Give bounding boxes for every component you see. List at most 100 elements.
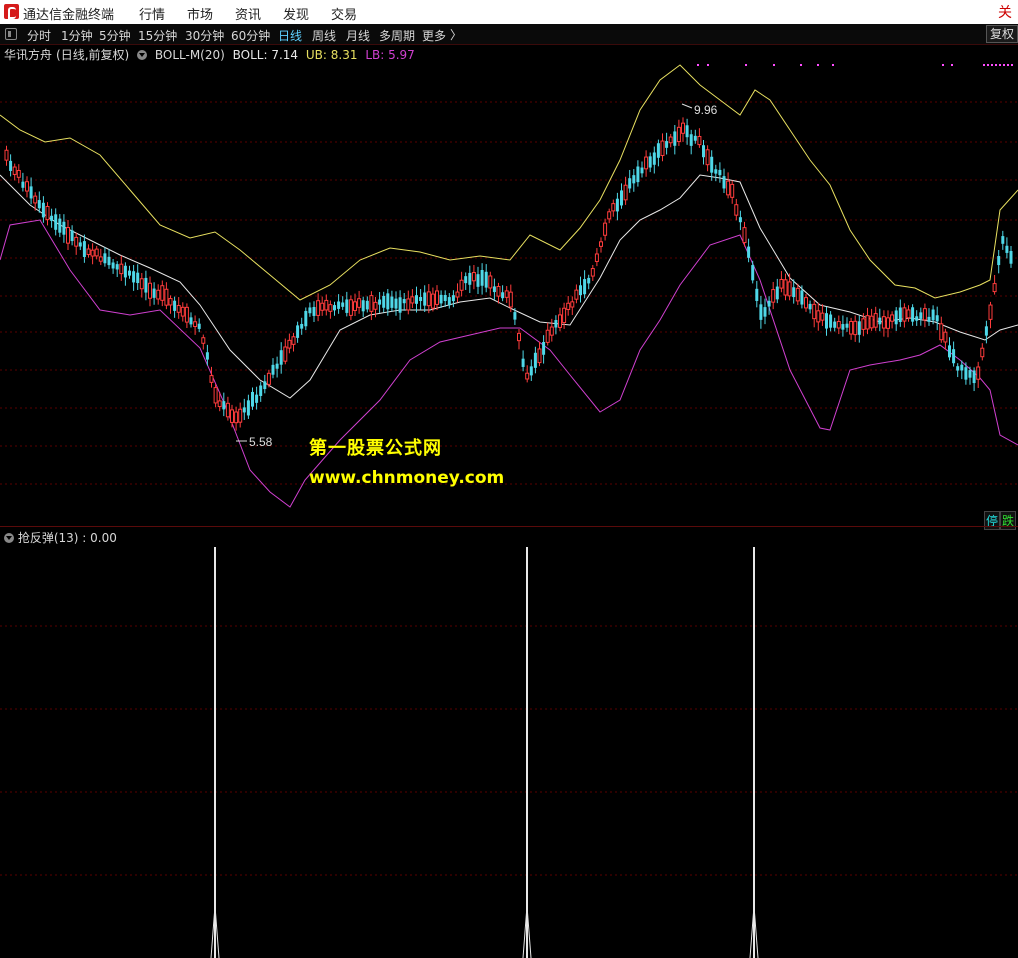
watermark-url[interactable]: www.chnmoney.com [309, 468, 504, 488]
indicator-menu-icon[interactable] [137, 50, 148, 60]
candle-body [279, 350, 283, 365]
candle-body [783, 279, 788, 296]
menu-discover[interactable]: 发现 [283, 4, 309, 23]
candle-body [426, 291, 431, 307]
period-1min[interactable]: 1分钟 [61, 27, 93, 44]
candle-body [956, 366, 960, 371]
candle-body [820, 312, 825, 321]
candle-body [184, 306, 189, 323]
period-toolbar: 分时 1分钟 5分钟 15分钟 30分钟 60分钟 日线 周线 月线 多周期 更… [0, 24, 1018, 45]
candle-body [964, 367, 968, 380]
boll-mid-line [0, 174, 1018, 399]
menu-market-quotes[interactable]: 行情 [139, 4, 165, 23]
panel-toggle-icon[interactable] [5, 28, 17, 40]
candle-body [795, 287, 800, 302]
candle-body [620, 190, 623, 206]
candlestick-chart[interactable]: 5.58 9.96 [0, 60, 1018, 525]
period-intraday[interactable]: 分时 [27, 27, 51, 44]
menu-market[interactable]: 市场 [187, 4, 213, 23]
candle-body [902, 307, 907, 322]
candle-body [915, 316, 919, 321]
candle-body [58, 218, 62, 233]
period-daily[interactable]: 日线 [278, 27, 302, 44]
candle-body [160, 285, 165, 301]
candle-body [115, 264, 119, 270]
candle-body [45, 206, 50, 221]
candle-body [636, 166, 640, 183]
candle-body [808, 303, 812, 310]
candle-body [398, 297, 402, 313]
candle-body [742, 227, 747, 244]
period-monthly[interactable]: 月线 [346, 27, 370, 44]
menu-trade[interactable]: 交易 [331, 4, 357, 23]
candle-body [197, 323, 201, 329]
period-5min[interactable]: 5分钟 [99, 27, 131, 44]
candle-body [997, 256, 1001, 266]
candle-body [730, 183, 735, 198]
candle-body [119, 263, 124, 275]
candle-body [86, 248, 91, 256]
candle-body [726, 180, 731, 196]
candle-body [615, 198, 619, 212]
period-multi[interactable]: 多周期 [379, 27, 415, 44]
candle-body [517, 332, 521, 342]
candle-body [922, 308, 927, 321]
candles [4, 117, 1013, 431]
candle-body [70, 230, 74, 242]
candle-body [176, 304, 181, 313]
candle-body [37, 200, 41, 209]
candle-body [78, 242, 82, 247]
chevron-right-icon[interactable]: 〉 [450, 26, 462, 43]
candle-body [439, 294, 443, 304]
candle-body [21, 181, 25, 188]
candle-body [94, 248, 99, 257]
period-30min[interactable]: 30分钟 [185, 27, 224, 44]
period-15min[interactable]: 15分钟 [138, 27, 177, 44]
candle-body [980, 347, 985, 358]
candle-body [443, 295, 447, 302]
candle-body [952, 349, 956, 364]
status-badges: 停跌 [983, 511, 1016, 530]
candle-body [594, 253, 599, 262]
candle-body [857, 321, 861, 335]
candle-body [471, 272, 476, 282]
candle-body [705, 149, 710, 166]
candle-body [406, 298, 411, 311]
candle-body [259, 385, 263, 396]
period-60min[interactable]: 60分钟 [231, 27, 270, 44]
candle-body [423, 292, 427, 306]
candle-body [251, 391, 254, 407]
menu-news[interactable]: 资讯 [235, 4, 261, 23]
candle-body [549, 326, 554, 336]
candle-body [304, 310, 308, 327]
panel-divider[interactable] [0, 526, 1018, 527]
candle-body [394, 298, 398, 309]
candle-body [640, 167, 644, 174]
candle-body [508, 291, 513, 308]
candle-body [960, 364, 964, 371]
candle-body [123, 265, 127, 278]
candle-body [759, 304, 763, 320]
candle-body [435, 290, 439, 305]
candle-body [603, 222, 608, 236]
candle-body [747, 246, 751, 258]
period-more[interactable]: 更多 [422, 27, 446, 44]
sub-indicator-menu-icon[interactable] [4, 533, 14, 543]
rebound-indicator-chart[interactable] [0, 545, 1018, 958]
candle-body [369, 295, 374, 312]
app-logo-icon [4, 4, 19, 19]
restore-rights-button[interactable]: 复权 [985, 25, 1018, 43]
candle-body [430, 293, 435, 309]
candle-body [816, 310, 821, 323]
window-control-button[interactable]: 关 [998, 2, 1012, 22]
candle-body [718, 169, 722, 176]
candle-body [570, 301, 575, 308]
candle-body [681, 122, 685, 134]
candle-body [779, 278, 784, 289]
candle-body [476, 274, 480, 287]
candle-body [242, 407, 246, 413]
candle-body [898, 307, 902, 322]
period-weekly[interactable]: 周线 [312, 27, 336, 44]
candle-body [812, 303, 817, 320]
candle-body [751, 265, 755, 281]
